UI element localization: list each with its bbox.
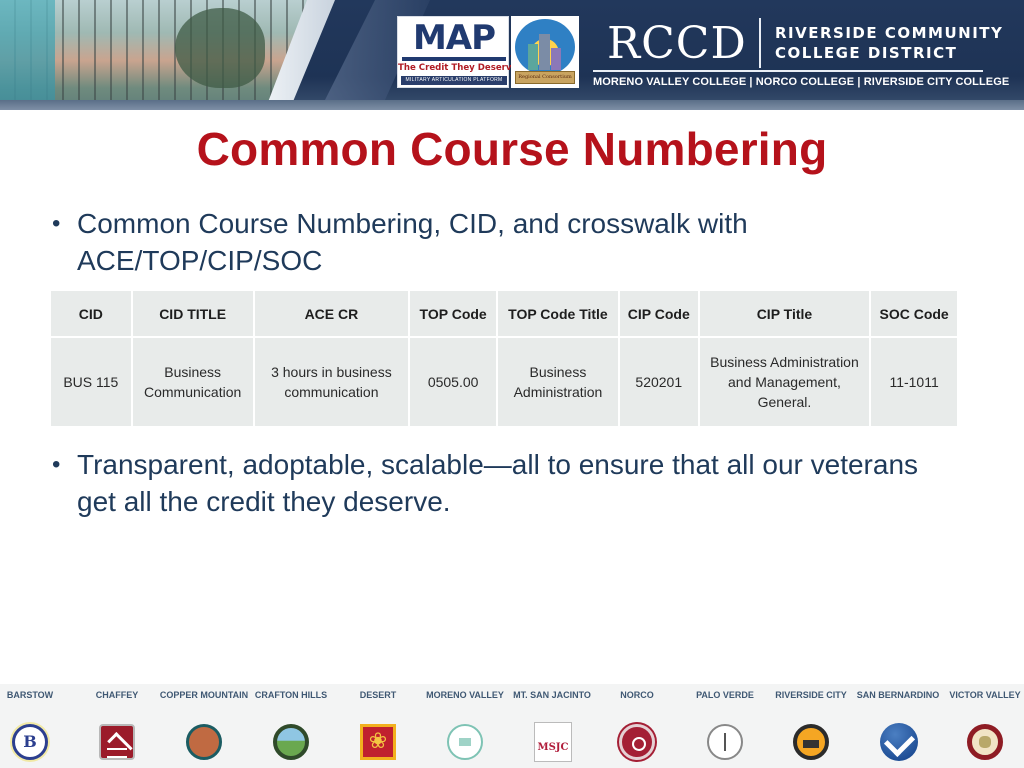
- college-footer: BARSTOW B CHAFFEY COPPER MOUNTAIN CRAFTO…: [0, 684, 1024, 768]
- cell-ace-cr: 3 hours in business communication: [252, 336, 411, 428]
- crafton-hills-seal-icon: [273, 724, 309, 760]
- header-cid: CID: [49, 289, 133, 338]
- riverside-city-seal-icon: [793, 724, 829, 760]
- header-cip-code: CIP Code: [617, 289, 700, 338]
- rccd-divider: [759, 18, 761, 68]
- rccd-colleges: MORENO VALLEY COLLEGE | NORCO COLLEGE | …: [593, 76, 1010, 88]
- victor-valley-seal-icon: [967, 724, 1003, 760]
- msjc-logo-icon: MSJC: [534, 722, 572, 762]
- map-logo-tagline: The Credit They Deserve: [398, 63, 518, 73]
- header-cid-title: CID TITLE: [130, 289, 255, 338]
- copper-mountain-seal-icon: [186, 724, 222, 760]
- cell-top-code-title: Business Administration: [496, 336, 620, 428]
- palo-verde-seal-icon: [707, 724, 743, 760]
- map-logo-subtitle: MILITARY ARTICULATION PLATFORM: [401, 76, 507, 85]
- table-header-row: CID CID TITLE ACE CR TOP Code TOP Code T…: [49, 289, 959, 338]
- banner-photo-tree: [175, 8, 265, 88]
- rccd-name-line2: COLLEGE DISTRICT: [775, 44, 958, 62]
- header-top-code: TOP Code: [408, 289, 499, 338]
- header-banner: MAP The Credit They Deserve MILITARY ART…: [0, 0, 1024, 110]
- bullet-text: Common Course Numbering, CID, and crossw…: [77, 208, 748, 276]
- building-icon: [539, 34, 550, 70]
- cell-cid: BUS 115: [49, 336, 133, 428]
- barstow-seal-icon: B: [12, 724, 48, 760]
- moreno-valley-seal-icon: [447, 724, 483, 760]
- building-icon: [551, 48, 561, 70]
- norco-seal-icon: [619, 724, 655, 760]
- desert-palm-icon: ❀: [360, 724, 396, 760]
- bullet-item: • Common Course Numbering, CID, and cros…: [52, 205, 932, 279]
- rccd-rule: [593, 70, 983, 72]
- bullet-item: • Transparent, adoptable, scalable—all t…: [52, 446, 932, 520]
- cell-cip-code: 520201: [617, 336, 700, 428]
- college-name: VICTOR VALLEY: [949, 690, 1021, 700]
- header-soc-code: SOC Code: [869, 289, 959, 338]
- header-ace-cr: ACE CR: [252, 289, 411, 338]
- map-logo-star-wing: [402, 57, 506, 61]
- regional-consortium-logo: Regional Consortium: [511, 16, 579, 88]
- map-logo: MAP The Credit They Deserve MILITARY ART…: [397, 16, 518, 88]
- map-logo-word: MAP: [412, 18, 496, 58]
- cell-cip-title: Business Administration and Management, …: [697, 336, 872, 428]
- consortium-banner: Regional Consortium: [515, 71, 575, 84]
- chaffey-mountain-icon: [99, 724, 135, 760]
- banner-bottom-band: [0, 100, 1024, 110]
- bullet-dot-icon: •: [52, 210, 61, 237]
- cell-top-code: 0505.00: [408, 336, 499, 428]
- header-cip-title: CIP Title: [697, 289, 872, 338]
- slide-title: Common Course Numbering: [196, 123, 828, 175]
- college-victor-valley: VICTOR VALLEY: [930, 684, 1024, 768]
- san-bernardino-v-icon: [880, 723, 918, 761]
- bullet-dot-icon: •: [52, 451, 61, 478]
- table-row: BUS 115 Business Communication 3 hours i…: [49, 336, 959, 428]
- bullet-text: Transparent, adoptable, scalable—all to …: [77, 449, 919, 517]
- header-top-code-title: TOP Code Title: [496, 289, 620, 338]
- rccd-logo: RCCD RIVERSIDE COMMUNITY COLLEGE DISTRIC…: [593, 18, 1009, 92]
- crosswalk-table: CID CID TITLE ACE CR TOP Code TOP Code T…: [49, 289, 959, 428]
- banner-photo-panel: [0, 0, 55, 110]
- building-icon: [528, 44, 538, 70]
- cell-soc-code: 11-1011: [869, 336, 959, 428]
- rccd-name-line1: RIVERSIDE COMMUNITY: [775, 24, 1004, 42]
- cell-cid-title: Business Communication: [130, 336, 255, 428]
- rccd-abbreviation: RCCD: [607, 18, 747, 69]
